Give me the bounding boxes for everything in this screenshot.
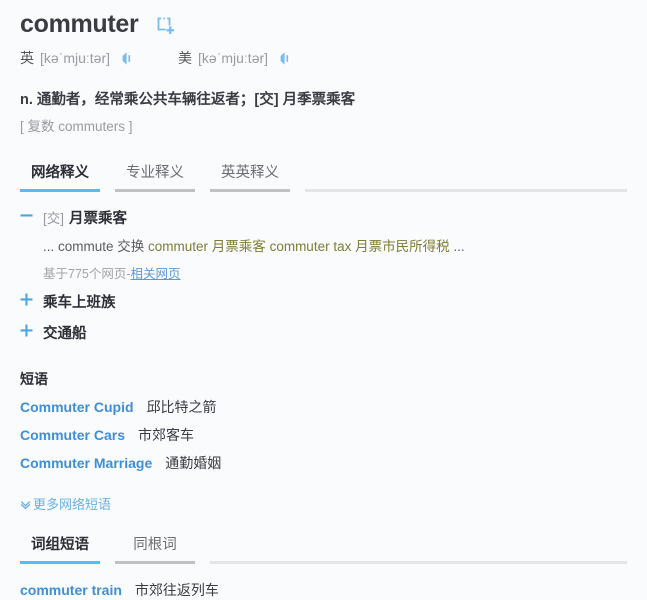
phrase-section-title: 短语 bbox=[20, 371, 48, 387]
example-part-highlight-2: commuter tax 月票市民所得税 bbox=[269, 239, 450, 254]
speaker-icon-uk[interactable] bbox=[119, 51, 134, 66]
definition-block: n. 通勤者，经常乘公共车辆往返者；[交] 月季票乘客 [ 复数 commute… bbox=[20, 90, 627, 136]
tabbar-top-rule bbox=[305, 189, 627, 192]
entry-header[interactable]: [交] 月票乘客 bbox=[20, 208, 627, 230]
entry-tag: [交] bbox=[43, 211, 65, 226]
entry-title: 乘车上班族 bbox=[43, 295, 116, 311]
plus-icon[interactable] bbox=[20, 322, 33, 337]
phrase-chinese: 邱比特之箭 bbox=[146, 399, 217, 415]
add-to-wordbook-icon[interactable] bbox=[156, 16, 176, 36]
chevron-down-icon bbox=[20, 498, 31, 510]
tab-professional-definition[interactable]: 专业释义 bbox=[115, 164, 195, 192]
example-part-plain-3: ... bbox=[449, 239, 465, 254]
more-web-phrases-link[interactable]: 更多网络短语 bbox=[20, 494, 627, 513]
entry-source-count: 基于775个网页- bbox=[43, 267, 131, 281]
tab-english-definition[interactable]: 英英释义 bbox=[210, 164, 290, 192]
phonetic-row: 英 [kəˈmjuːtər] 美 [kəˈmjuːtər] bbox=[20, 44, 627, 72]
tab-phrases[interactable]: 词组短语 bbox=[20, 536, 100, 564]
entry-title: 月票乘客 bbox=[69, 211, 128, 227]
example-part-highlight-1: commuter 月票乘客 bbox=[148, 239, 266, 254]
plus-icon[interactable] bbox=[20, 291, 33, 306]
phonetic-uk-ipa: [kəˈmjuːtər] bbox=[40, 50, 111, 66]
phonetic-us: 美 [kəˈmjuːtər] bbox=[178, 48, 292, 68]
related-pages-link[interactable]: 相关网页 bbox=[131, 267, 181, 281]
phrase-english[interactable]: commuter train bbox=[20, 580, 122, 600]
phrase-english[interactable]: Commuter Cupid bbox=[20, 397, 134, 417]
phrase-chinese: 通勤婚姻 bbox=[165, 455, 222, 471]
phonetic-us-label: 美 bbox=[178, 50, 193, 66]
minus-icon[interactable] bbox=[20, 207, 33, 220]
definition-text: n. 通勤者，经常乘公共车辆往返者；[交] 月季票乘客 bbox=[20, 92, 356, 108]
headword-row: commuter bbox=[20, 0, 627, 38]
entry-source: 基于775个网页-相关网页 bbox=[43, 265, 627, 283]
phrase-chinese: 市郊往返列车 bbox=[134, 582, 219, 598]
phrase-list-bottom: commuter train 市郊往返列车 bbox=[20, 580, 627, 600]
list-item: Commuter Cupid 邱比特之箭 bbox=[20, 397, 627, 417]
speaker-icon-us[interactable] bbox=[277, 51, 292, 66]
entry-collapsed-2: 交通船 bbox=[20, 323, 627, 345]
entry-example: ... commute 交换 commuter 月票乘客 commuter ta… bbox=[43, 237, 627, 257]
entry-title: 交通船 bbox=[43, 326, 87, 342]
tab-web-definition[interactable]: 网络释义 bbox=[20, 164, 100, 192]
phonetic-us-ipa: [kəˈmjuːtər] bbox=[198, 50, 269, 66]
definition-plural: [ 复数 commuters ] bbox=[20, 119, 133, 134]
phrase-section: 短语 Commuter Cupid 邱比特之箭 Commuter Cars 市郊… bbox=[20, 369, 627, 473]
phonetic-uk-label: 英 bbox=[20, 50, 34, 66]
phrase-english[interactable]: Commuter Cars bbox=[20, 425, 125, 445]
entry-collapsed-1: 乘车上班族 bbox=[20, 292, 627, 314]
list-item: Commuter Cars 市郊客车 bbox=[20, 425, 627, 445]
more-web-phrases-label: 更多网络短语 bbox=[33, 497, 112, 512]
phrase-chinese: 市郊客车 bbox=[138, 427, 195, 443]
example-part-plain-1: ... commute 交换 bbox=[43, 239, 149, 254]
phrase-english[interactable]: Commuter Marriage bbox=[20, 453, 152, 473]
tabbar-bottom: 词组短语 同根词 bbox=[20, 532, 627, 564]
tabbar-top: 网络释义 专业释义 英英释义 bbox=[20, 160, 627, 192]
list-item: commuter train 市郊往返列车 bbox=[20, 580, 627, 600]
entry-header[interactable]: 乘车上班族 bbox=[20, 292, 627, 314]
tabbar-bottom-rule bbox=[210, 561, 627, 564]
entry-header[interactable]: 交通船 bbox=[20, 323, 627, 345]
phonetic-uk: 英 [kəˈmjuːtər] bbox=[20, 48, 134, 68]
page-title: commuter bbox=[20, 9, 139, 38]
dictionary-page: commuter 英 [kəˈmjuːtər] 美 [kəˈmjuːtər] n… bbox=[0, 0, 647, 600]
list-item: Commuter Marriage 通勤婚姻 bbox=[20, 453, 627, 473]
web-definition-entries: [交] 月票乘客 ... commute 交换 commuter 月票乘客 co… bbox=[20, 208, 627, 345]
entry-expanded: [交] 月票乘客 ... commute 交换 commuter 月票乘客 co… bbox=[20, 208, 627, 283]
tab-same-root-words[interactable]: 同根词 bbox=[115, 536, 195, 564]
